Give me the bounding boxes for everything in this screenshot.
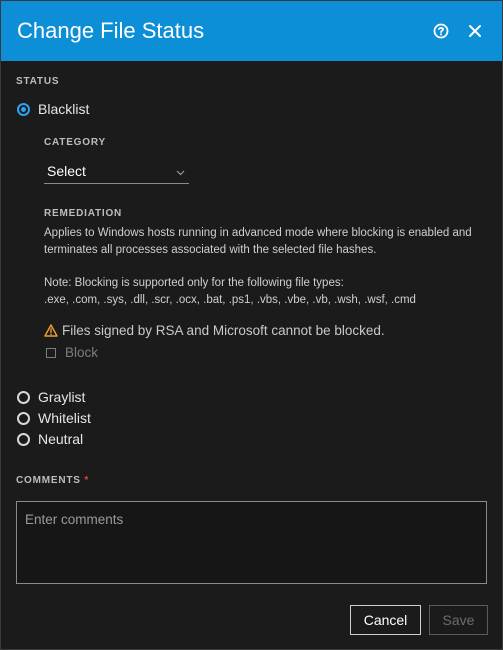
dialog-header: Change File Status (1, 1, 502, 61)
comments-label-text: COMMENTS (16, 475, 81, 486)
chevron-down-icon (176, 163, 185, 179)
radio-whitelist[interactable]: Whitelist (17, 410, 91, 426)
radio-button[interactable] (17, 390, 30, 404)
remediation-label: REMEDIATION (44, 208, 123, 219)
category-selected-value: Select (47, 162, 86, 179)
blocking-note: Note: Blocking is supported only for the… (44, 277, 344, 289)
comments-placeholder: Enter comments (25, 512, 124, 527)
save-button[interactable]: Save (429, 605, 488, 635)
remediation-description: Applies to Windows hosts running in adva… (44, 227, 472, 256)
radio-label-graylist: Graylist (38, 389, 86, 405)
category-label: CATEGORY (44, 137, 106, 148)
comments-label: COMMENTS * (16, 475, 89, 486)
cancel-button[interactable]: Cancel (350, 605, 421, 635)
warning-icon (44, 324, 58, 337)
radio-blacklist[interactable]: Blacklist (17, 101, 89, 117)
change-file-status-dialog: Change File Status STATUS Blacklist CATE… (0, 0, 503, 650)
block-checkbox[interactable] (46, 347, 56, 358)
block-label: Block (65, 345, 99, 360)
category-select[interactable]: Select (44, 158, 189, 184)
warning-text: Files signed by RSA and Microsoft cannot… (62, 323, 385, 338)
required-marker: * (84, 475, 90, 486)
radio-label-neutral: Neutral (38, 431, 84, 447)
help-icon[interactable] (430, 20, 452, 42)
block-checkbox-row[interactable]: Block (46, 345, 98, 360)
radio-button[interactable] (17, 432, 30, 446)
radio-label-whitelist: Whitelist (38, 410, 91, 426)
radio-neutral[interactable]: Neutral (17, 431, 83, 447)
file-types-list: .exe, .com, .sys, .dll, .scr, .ocx, .bat… (44, 294, 416, 306)
radio-button[interactable] (17, 411, 30, 425)
radio-label-blacklist: Blacklist (38, 101, 90, 117)
close-icon[interactable] (464, 20, 486, 42)
status-label: STATUS (16, 76, 60, 87)
warning-message: Files signed by RSA and Microsoft cannot… (44, 323, 385, 338)
radio-graylist[interactable]: Graylist (17, 389, 85, 405)
radio-button-checked[interactable] (17, 102, 30, 116)
dialog-title: Change File Status (17, 18, 205, 43)
comments-textarea[interactable]: Enter comments (16, 501, 487, 584)
